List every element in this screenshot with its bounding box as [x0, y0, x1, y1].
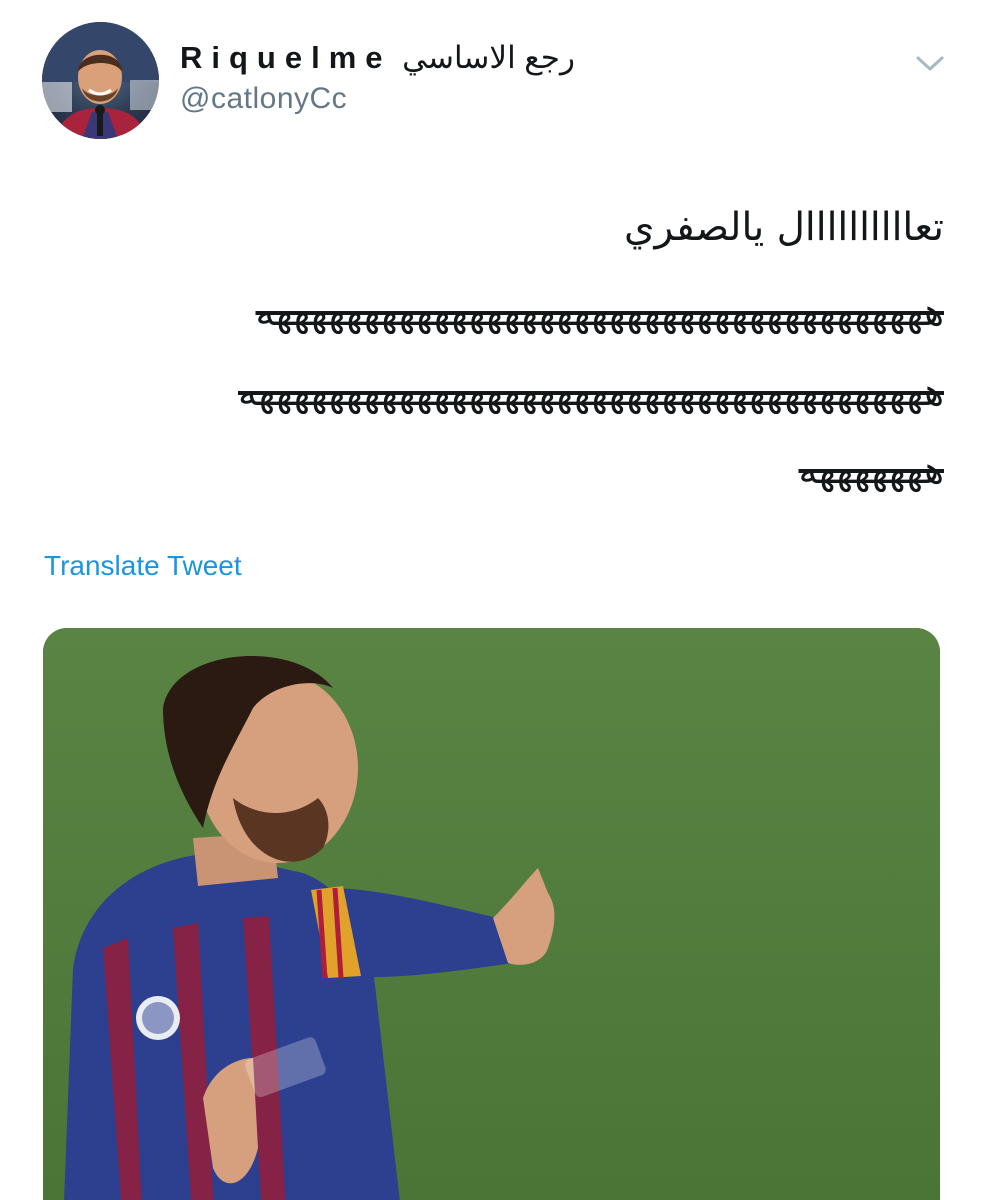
translate-tweet-link[interactable]: Translate Tweet: [44, 550, 242, 582]
author-name-latin: Riquelme: [180, 40, 392, 75]
tweet-text-line-1: تعاااااااااال يالصفري: [623, 205, 944, 250]
author-handle[interactable]: @catlonyCc: [180, 82, 347, 116]
author-name[interactable]: Riquelme رجع الاساسي: [180, 40, 575, 76]
tweet-text-line-4: هههههههه: [798, 448, 944, 492]
tweet-media-image[interactable]: [43, 628, 940, 1200]
avatar-image: [42, 22, 159, 139]
tweet-text-line-2: ههههههههههههههههههههههههههههههههههههههه: [255, 290, 945, 334]
chevron-down-icon[interactable]: [910, 48, 950, 78]
tweet-text-line-3: هههههههههههههههههههههههههههههههههههههههه: [237, 370, 944, 414]
player-photo: [43, 628, 940, 1200]
author-name-arabic: رجع الاساسي: [402, 40, 575, 75]
tweet-card: Riquelme رجع الاساسي @catlonyCc تعاااااا…: [0, 0, 982, 1200]
avatar[interactable]: [42, 22, 159, 139]
